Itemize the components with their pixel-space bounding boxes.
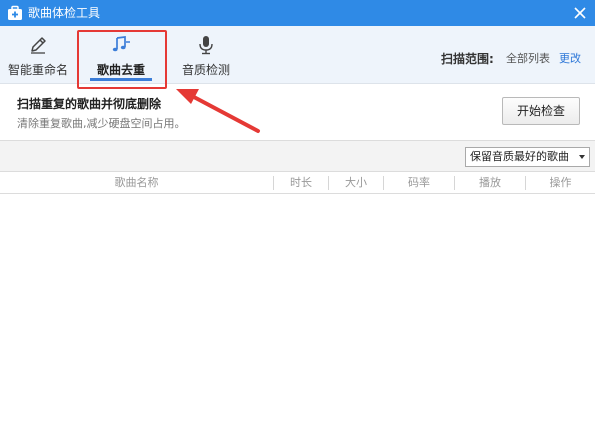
scan-range-value: 全部列表 xyxy=(506,52,550,65)
title-bar: 歌曲体检工具 xyxy=(0,0,595,26)
tab-label: 智能重命名 xyxy=(7,63,68,77)
keep-policy-dropdown[interactable]: 保留音质最好的歌曲 xyxy=(465,147,590,167)
tab-audio-quality[interactable]: 音质检测 xyxy=(168,26,244,84)
column-bitrate[interactable]: 码率 xyxy=(384,172,454,194)
tab-smart-rename[interactable]: 智能重命名 xyxy=(0,26,76,84)
start-check-button[interactable]: 开始检查 xyxy=(502,97,580,125)
column-size[interactable]: 大小 xyxy=(329,172,383,194)
tab-label: 音质检测 xyxy=(181,63,230,77)
filter-bar: 保留音质最好的歌曲 xyxy=(0,140,595,172)
column-actions[interactable]: 操作 xyxy=(526,172,595,194)
toolbox-plus-icon xyxy=(8,5,22,20)
song-list xyxy=(0,194,595,440)
scan-range-label: 扫描范围: xyxy=(441,52,494,66)
column-song-name[interactable]: 歌曲名称 xyxy=(0,172,273,194)
window-title: 歌曲体检工具 xyxy=(28,6,101,20)
microphone-icon xyxy=(199,36,213,55)
feature-subtitle: 清除重复歌曲,减少硬盘空间占用。 xyxy=(17,117,186,130)
dropdown-selected-value: 保留音质最好的歌曲 xyxy=(470,150,569,163)
pencil-icon xyxy=(31,37,46,54)
close-icon[interactable] xyxy=(572,5,588,21)
column-duration[interactable]: 时长 xyxy=(274,172,328,194)
chevron-down-icon xyxy=(579,155,585,159)
highlight-box xyxy=(77,30,167,89)
column-play[interactable]: 播放 xyxy=(455,172,525,194)
scan-range-change-link[interactable]: 更改 xyxy=(559,52,581,66)
table-header: 歌曲名称 时长 大小 码率 播放 操作 xyxy=(0,172,595,194)
feature-title: 扫描重复的歌曲并彻底删除 xyxy=(17,97,162,111)
